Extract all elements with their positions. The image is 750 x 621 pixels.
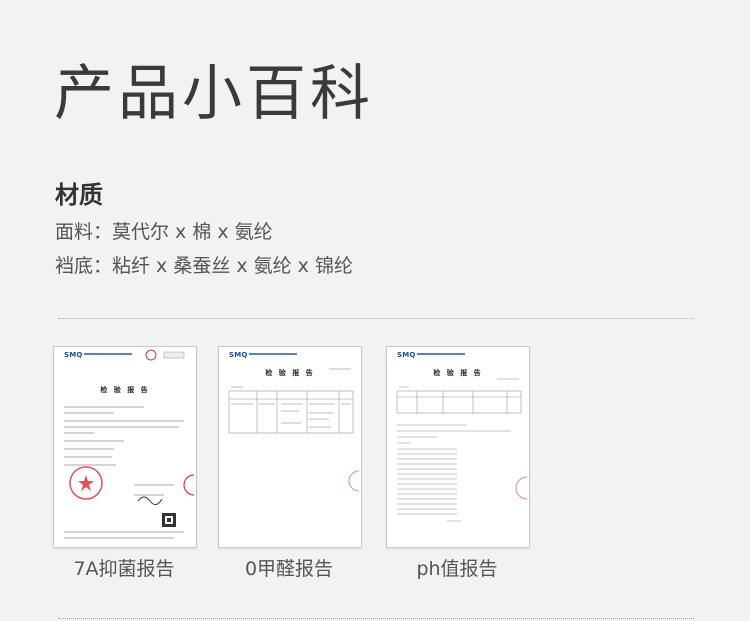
ph-report-caption: ph值报告 bbox=[416, 558, 498, 580]
divider-top bbox=[58, 318, 694, 319]
antibacterial-report-thumbnail[interactable]: SMQ 检 验 报 告 bbox=[53, 346, 197, 548]
fabric-composition: 面料：莫代尔 x 棉 x 氨纶 bbox=[55, 221, 273, 243]
divider-bottom bbox=[58, 618, 694, 619]
formaldehyde-report-caption: 0甲醛报告 bbox=[244, 558, 334, 580]
report-heading: 检 验 报 告 bbox=[100, 386, 150, 394]
formaldehyde-report-thumbnail[interactable]: SMQ 检 验 报 告 bbox=[218, 346, 362, 548]
crotch-composition: 裆底：粘纤 x 桑蚕丝 x 氨纶 x 锦纶 bbox=[55, 255, 353, 277]
report-heading: 检 验 报 告 bbox=[433, 369, 483, 377]
ph-report-thumbnail[interactable]: SMQ 检 验 报 告 bbox=[386, 346, 530, 548]
report-heading: 检 验 报 告 bbox=[265, 369, 315, 377]
page-title: 产品小百科 bbox=[54, 59, 374, 129]
report-page-art bbox=[64, 349, 195, 539]
antibacterial-report-caption: 7A抑菌报告 bbox=[73, 558, 175, 580]
material-heading: 材质 bbox=[55, 181, 103, 209]
